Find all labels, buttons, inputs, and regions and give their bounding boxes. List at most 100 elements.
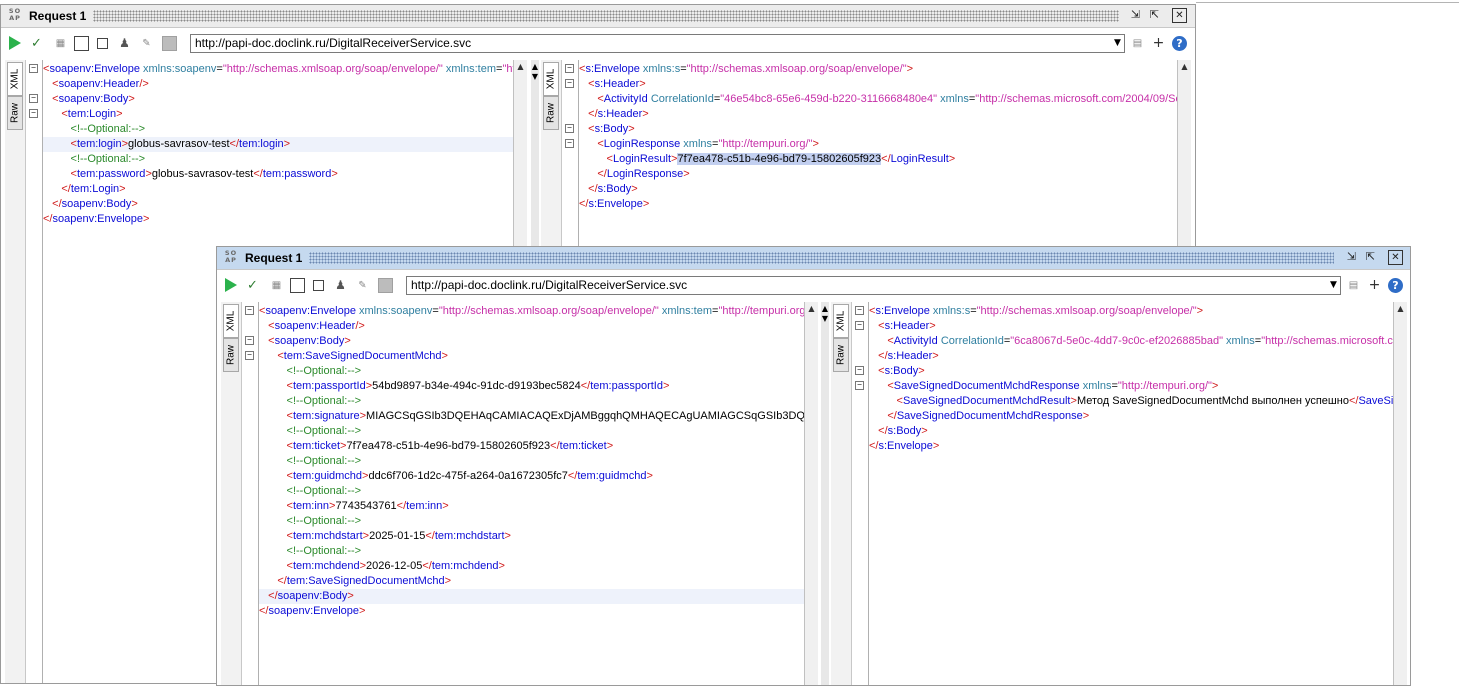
fold-toggle-icon[interactable]: − [565, 79, 574, 88]
code-line[interactable]: <tem:passportId>54bd9897-b34e-494c-91dc-… [259, 379, 804, 394]
fold-toggle-icon[interactable]: − [29, 64, 38, 73]
tab-xml[interactable]: XML [7, 62, 23, 96]
cancel-icon[interactable] [378, 278, 393, 293]
code-line[interactable]: <soapenv:Envelope xmlns:soapenv="http://… [259, 304, 804, 319]
code-line[interactable]: <LoginResponse xmlns="http://tempuri.org… [579, 137, 1177, 152]
wsa-icon[interactable]: ▦ [269, 278, 284, 293]
vertical-scrollbar[interactable]: ▲ [1393, 302, 1407, 685]
detach-icon[interactable]: ⇲ [1128, 8, 1143, 23]
code-line[interactable]: </s:Envelope> [869, 439, 1393, 454]
fold-toggle-icon[interactable]: − [245, 306, 254, 315]
edit-endpoint-icon[interactable]: ▤ [1130, 36, 1145, 51]
code-line[interactable]: <tem:Login> [43, 107, 513, 122]
code-line[interactable]: <!--Optional:--> [259, 364, 804, 379]
code-line[interactable]: <!--Optional:--> [259, 454, 804, 469]
close-icon[interactable]: ✕ [1172, 8, 1187, 23]
help-icon[interactable]: ? [1388, 278, 1403, 293]
code-line[interactable]: </tem:SaveSignedDocumentMchd> [259, 574, 804, 589]
collapse-left-icon[interactable]: ▲ [821, 304, 829, 313]
tab-xml[interactable]: XML [223, 304, 239, 338]
tab-raw[interactable]: Raw [833, 338, 849, 372]
code-line[interactable]: <soapenv:Header/> [259, 319, 804, 334]
close-icon[interactable]: ✕ [1388, 250, 1403, 265]
code-line[interactable]: <soapenv:Header/> [43, 77, 513, 92]
fold-toggle-icon[interactable]: − [245, 336, 254, 345]
code-line[interactable]: </s:Envelope> [579, 197, 1177, 212]
code-line[interactable]: <tem:login>globus-savrasov-test</tem:log… [43, 137, 513, 152]
code-line[interactable]: <!--Optional:--> [43, 122, 513, 137]
fold-toggle-icon[interactable]: − [29, 109, 38, 118]
code-line[interactable]: <!--Optional:--> [259, 484, 804, 499]
add-icon[interactable]: + [1151, 36, 1166, 51]
title-bar-grip[interactable] [309, 252, 1334, 264]
fold-toggle-icon[interactable]: − [565, 64, 574, 73]
request-xml-code[interactable]: <soapenv:Envelope xmlns:soapenv="http://… [259, 302, 804, 685]
tab-xml[interactable]: XML [833, 304, 849, 338]
code-line[interactable]: </soapenv:Body> [259, 589, 804, 604]
fold-toggle-icon[interactable]: − [245, 351, 254, 360]
tab-raw[interactable]: Raw [543, 96, 559, 130]
code-line[interactable]: <s:Body> [869, 364, 1393, 379]
cancel-icon[interactable] [162, 36, 177, 51]
auth-icon[interactable]: ♟ [117, 36, 132, 51]
code-line[interactable]: <tem:signature>MIAGCSqGSIb3DQEHAqCAMIACA… [259, 409, 804, 424]
code-line[interactable]: </s:Body> [579, 182, 1177, 197]
code-line[interactable]: </s:Header> [869, 349, 1393, 364]
auth-icon[interactable]: ♟ [333, 278, 348, 293]
fold-toggle-icon[interactable]: − [855, 321, 864, 330]
attachment-icon[interactable]: ✎ [355, 278, 370, 293]
fold-toggle-icon[interactable]: − [855, 366, 864, 375]
code-line[interactable]: <tem:password>globus-savrasov-test</tem:… [43, 167, 513, 182]
code-line[interactable]: </soapenv:Envelope> [259, 604, 804, 619]
code-line[interactable]: </SaveSignedDocumentMchdResponse> [869, 409, 1393, 424]
vertical-scrollbar[interactable]: ▲ [804, 302, 818, 685]
scroll-up-icon[interactable]: ▲ [1178, 60, 1191, 74]
code-line[interactable]: <tem:inn>7743543761</tem:inn> [259, 499, 804, 514]
code-line[interactable]: <SaveSignedDocumentMchdResponse xmlns="h… [869, 379, 1393, 394]
run-request-icon[interactable] [225, 278, 237, 292]
tab-xml[interactable]: XML [543, 62, 559, 96]
title-bar-grip[interactable] [93, 10, 1119, 22]
format-icon[interactable] [290, 278, 305, 293]
format-icon[interactable] [74, 36, 89, 51]
tab-raw[interactable]: Raw [7, 96, 23, 130]
code-line[interactable]: <s:Envelope xmlns:s="http://schemas.xmls… [579, 62, 1177, 77]
url-dropdown-arrow-icon[interactable]: ▼ [1111, 36, 1124, 51]
code-line[interactable]: <s:Header> [869, 319, 1393, 334]
code-line[interactable]: <tem:mchdend>2026-12-05</tem:mchdend> [259, 559, 804, 574]
code-line[interactable]: <ActivityId CorrelationId="46e54bc8-65e6… [579, 92, 1177, 107]
collapse-right-icon[interactable]: ▼ [821, 314, 829, 323]
maximize-icon[interactable]: ⇱ [1147, 8, 1162, 23]
fold-toggle-icon[interactable]: − [565, 139, 574, 148]
code-line[interactable]: </s:Body> [869, 424, 1393, 439]
code-line[interactable]: <soapenv:Envelope xmlns:soapenv="http://… [43, 62, 513, 77]
maximize-icon[interactable]: ⇱ [1363, 250, 1378, 265]
create-empty-icon[interactable] [313, 280, 324, 291]
code-line[interactable]: <!--Optional:--> [259, 394, 804, 409]
wsa-icon[interactable]: ▦ [53, 36, 68, 51]
code-line[interactable]: <s:Body> [579, 122, 1177, 137]
scroll-up-icon[interactable]: ▲ [1394, 302, 1407, 316]
collapse-left-icon[interactable]: ▲ [531, 62, 539, 71]
code-line[interactable]: <!--Optional:--> [43, 152, 513, 167]
code-line[interactable]: <!--Optional:--> [259, 424, 804, 439]
code-line[interactable]: </soapenv:Envelope> [43, 212, 513, 227]
code-line[interactable]: <tem:mchdstart>2025-01-15</tem:mchdstart… [259, 529, 804, 544]
endpoint-url-field[interactable]: http://papi-doc.doclink.ru/DigitalReceiv… [406, 276, 1341, 295]
code-line[interactable]: <ActivityId CorrelationId="6ca8067d-5e0c… [869, 334, 1393, 349]
edit-endpoint-icon[interactable]: ▤ [1346, 278, 1361, 293]
tab-raw[interactable]: Raw [223, 338, 239, 372]
code-line[interactable]: <tem:SaveSignedDocumentMchd> [259, 349, 804, 364]
validate-icon[interactable]: ✓ [245, 278, 260, 293]
scroll-up-icon[interactable]: ▲ [805, 302, 818, 316]
endpoint-url-field[interactable]: http://papi-doc.doclink.ru/DigitalReceiv… [190, 34, 1125, 53]
run-request-icon[interactable] [9, 36, 21, 50]
code-line[interactable]: <soapenv:Body> [43, 92, 513, 107]
validate-icon[interactable]: ✓ [29, 36, 44, 51]
code-line[interactable]: <s:Header> [579, 77, 1177, 92]
code-line[interactable]: <!--Optional:--> [259, 544, 804, 559]
add-icon[interactable]: + [1367, 278, 1382, 293]
help-icon[interactable]: ? [1172, 36, 1187, 51]
code-line[interactable]: <SaveSignedDocumentMchdResult>Метод Save… [869, 394, 1393, 409]
code-line[interactable]: <!--Optional:--> [259, 514, 804, 529]
